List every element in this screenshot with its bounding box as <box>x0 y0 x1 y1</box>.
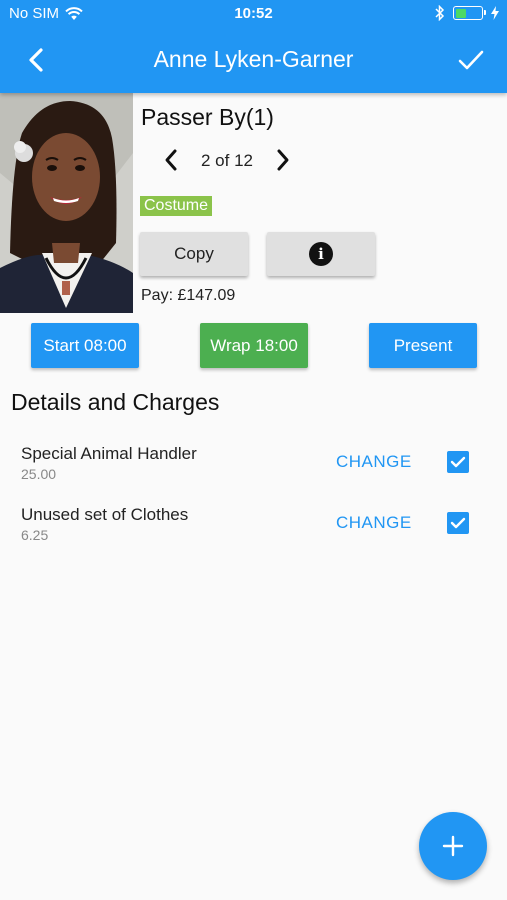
status-bar: No SIM 10:52 <box>0 0 507 28</box>
item-name: Special Animal Handler <box>21 444 197 463</box>
plus-icon <box>442 835 464 857</box>
info-icon: i <box>309 242 333 266</box>
add-button[interactable] <box>419 812 487 880</box>
role-title: Passer By(1) <box>141 104 274 130</box>
item-checkbox[interactable] <box>447 451 469 473</box>
pay-amount: Pay: £147.09 <box>141 287 236 304</box>
chevron-right-icon <box>277 149 289 171</box>
start-time-button[interactable]: Start 08:00 <box>31 323 139 368</box>
page-title: Anne Lyken-Garner <box>153 46 354 72</box>
wrap-time-button[interactable]: Wrap 18:00 <box>200 323 308 368</box>
charging-icon <box>491 6 499 20</box>
info-button[interactable]: i <box>267 232 375 276</box>
record-pager: 2 of 12 <box>158 144 298 176</box>
list-item: Special Animal Handler 25.00 CHANGE <box>0 444 507 500</box>
item-checkbox[interactable] <box>447 512 469 534</box>
bluetooth-icon <box>435 5 445 21</box>
battery-level <box>455 8 467 18</box>
check-icon <box>450 456 466 468</box>
costume-badge: Costume <box>140 196 213 216</box>
change-button[interactable]: CHANGE <box>336 513 412 533</box>
app-bar: No SIM 10:52 Anne Lyken-Garner <box>0 0 507 93</box>
change-button[interactable]: CHANGE <box>336 452 412 472</box>
list-item: Unused set of Clothes 6.25 CHANGE <box>0 505 507 561</box>
nav-bar: Anne Lyken-Garner <box>0 28 507 93</box>
item-amount: 6.25 <box>21 527 49 543</box>
next-button[interactable] <box>270 144 296 176</box>
status-right <box>435 5 499 21</box>
section-title: Details and Charges <box>11 389 220 415</box>
pager-count: 2 of 12 <box>201 151 253 170</box>
profile-photo <box>0 93 133 313</box>
check-icon <box>458 50 484 70</box>
chevron-left-icon <box>165 149 177 171</box>
item-amount: 25.00 <box>21 466 57 482</box>
confirm-button[interactable] <box>453 42 489 78</box>
present-button[interactable]: Present <box>369 323 477 368</box>
check-icon <box>450 517 466 529</box>
battery-icon <box>453 6 486 20</box>
previous-button[interactable] <box>158 144 184 176</box>
item-name: Unused set of Clothes <box>21 505 189 524</box>
status-time: 10:52 <box>234 5 273 22</box>
copy-button[interactable]: Copy <box>140 232 248 276</box>
